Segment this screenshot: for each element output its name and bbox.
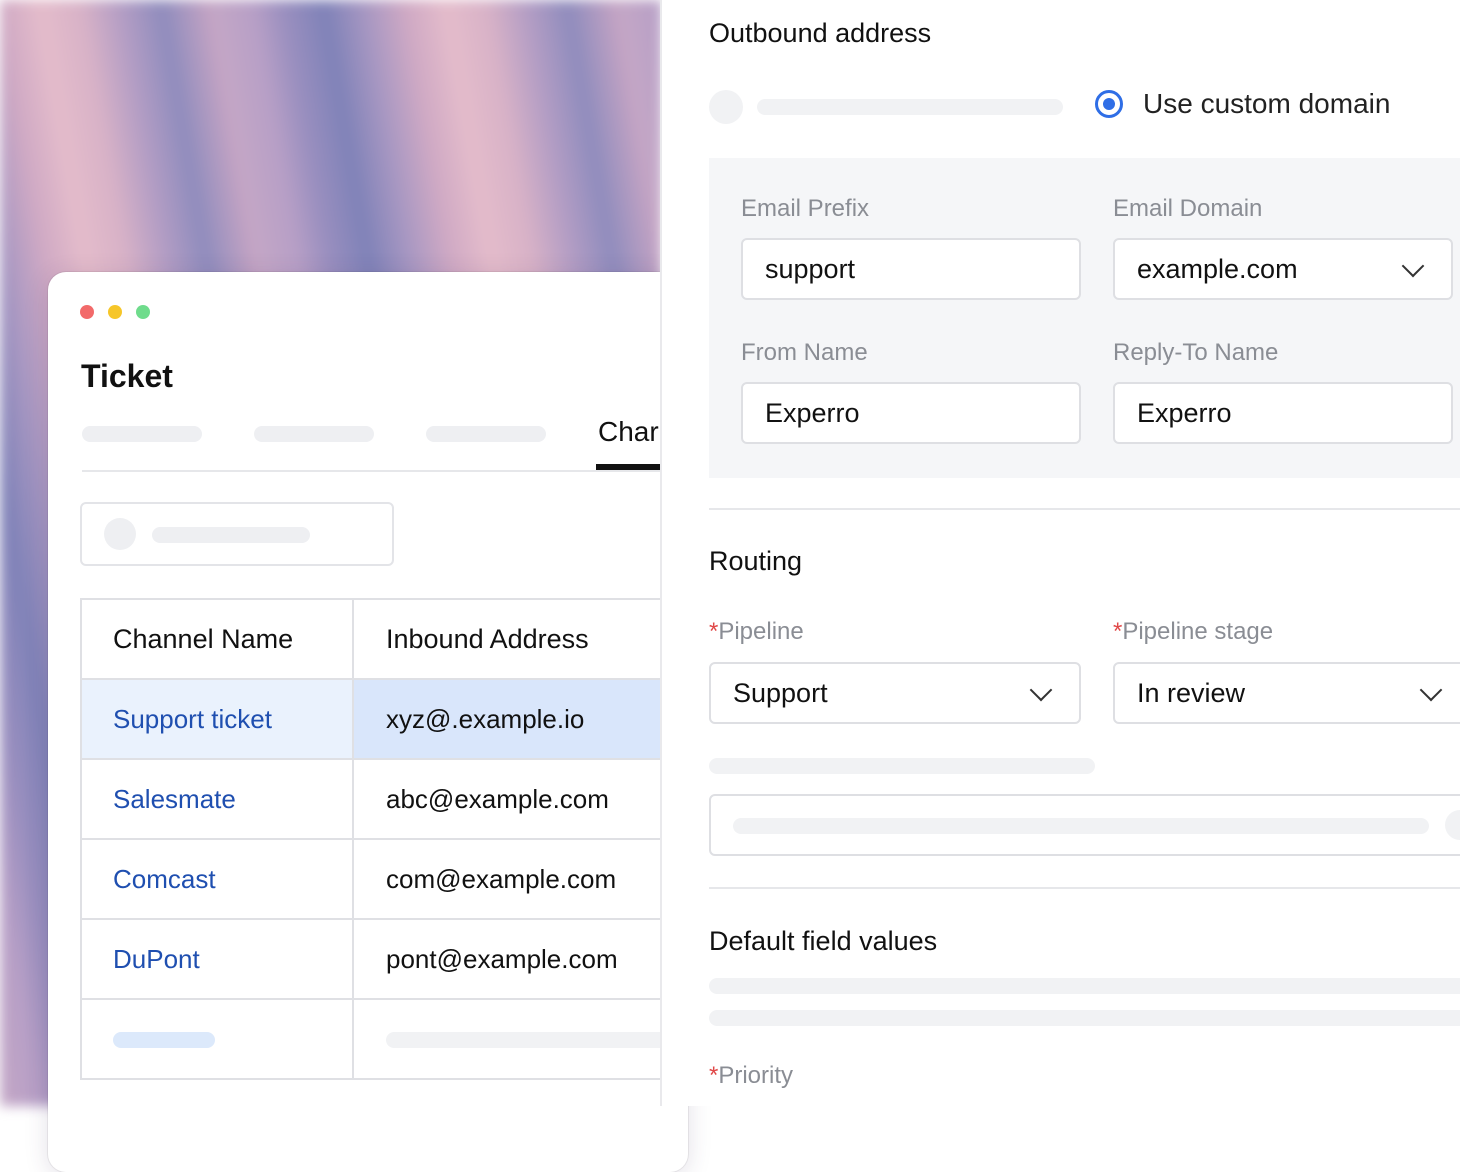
- channel-name-link[interactable]: Support ticket: [82, 680, 354, 758]
- priority-label-text: Priority: [718, 1062, 794, 1089]
- pipeline-label: *Pipeline: [709, 618, 804, 646]
- priority-label: *Priority: [709, 1062, 793, 1090]
- custom-domain-radio[interactable]: [1095, 90, 1123, 118]
- tab-placeholder-2[interactable]: [254, 426, 374, 442]
- pipeline-label-text: Pipeline: [718, 618, 804, 645]
- email-domain-value: example.com: [1137, 253, 1298, 284]
- tab-channels[interactable]: Char: [598, 416, 659, 448]
- placeholder-input[interactable]: [709, 794, 1460, 856]
- email-domain-label: Email Domain: [1113, 195, 1263, 222]
- minimize-dot[interactable]: [108, 305, 122, 319]
- pipeline-stage-label-text: Pipeline stage: [1122, 618, 1274, 645]
- routing-heading: Routing: [709, 546, 803, 576]
- inbound-address: xyz@.example.io: [354, 680, 688, 758]
- input-icon-placeholder: [1445, 810, 1460, 840]
- from-name-input[interactable]: Experro: [741, 382, 1081, 444]
- outbound-radio-group: Use custom domain: [709, 88, 1460, 128]
- text-placeholder-line: [709, 978, 1460, 994]
- pipeline-value: Support: [733, 677, 828, 708]
- email-domain-select[interactable]: example.com: [1113, 238, 1453, 300]
- tab-bar: Char: [82, 412, 688, 472]
- text-placeholder-line: [709, 1010, 1460, 1026]
- table-row[interactable]: Comcast com@example.com: [82, 840, 688, 920]
- input-text-placeholder: [733, 818, 1429, 834]
- placeholder-pill: [113, 1032, 215, 1048]
- outbound-address-heading: Outbound address: [709, 18, 932, 48]
- maximize-dot[interactable]: [136, 305, 150, 319]
- email-prefix-input[interactable]: support: [741, 238, 1081, 300]
- filter-placeholder[interactable]: [80, 502, 394, 566]
- ticket-window: Ticket Char Channel Name Inbound Address…: [48, 272, 688, 1172]
- custom-domain-label[interactable]: Use custom domain: [1143, 88, 1390, 120]
- table-row[interactable]: DuPont pont@example.com: [82, 920, 688, 1000]
- placeholder-cell: [82, 1000, 354, 1078]
- channel-name-link[interactable]: DuPont: [82, 920, 354, 998]
- required-marker: *: [709, 618, 719, 645]
- inbound-address: pont@example.com: [386, 943, 618, 974]
- channel-name-link[interactable]: Comcast: [82, 840, 354, 918]
- radio-placeholder[interactable]: [709, 90, 743, 124]
- channel-settings-panel: Outbound address Use custom domain Email…: [660, 0, 1460, 1106]
- reply-to-name-label: Reply-To Name: [1113, 339, 1279, 366]
- column-header-channel-name[interactable]: Channel Name: [82, 600, 354, 678]
- from-name-label: From Name: [741, 339, 868, 366]
- channel-name-link[interactable]: Salesmate: [82, 760, 354, 838]
- custom-domain-fields: Email Prefix support Email Domain exampl…: [709, 158, 1460, 478]
- required-marker: *: [709, 1062, 719, 1089]
- page-title: Ticket: [81, 358, 173, 394]
- reply-to-name-input[interactable]: Experro: [1113, 382, 1453, 444]
- table-row[interactable]: Salesmate abc@example.com: [82, 760, 688, 840]
- pipeline-stage-value: In review: [1137, 677, 1246, 708]
- table-header-row: Channel Name Inbound Address: [82, 600, 688, 680]
- email-prefix-label: Email Prefix: [741, 195, 870, 222]
- pipeline-stage-label: *Pipeline stage: [1113, 618, 1273, 646]
- inbound-address: com@example.com: [386, 863, 617, 894]
- pipeline-stage-select[interactable]: In review: [1113, 662, 1460, 724]
- inbound-address: abc@example.com: [386, 783, 609, 814]
- table-row[interactable]: Support ticket xyz@.example.io: [82, 680, 688, 760]
- channels-table: Channel Name Inbound Address Support tic…: [80, 598, 688, 1080]
- required-marker: *: [1113, 618, 1123, 645]
- section-divider: [709, 887, 1460, 889]
- tab-placeholder-3[interactable]: [426, 426, 546, 442]
- field-label-placeholder: [709, 758, 1095, 774]
- chevron-down-icon: [1401, 254, 1425, 278]
- placeholder-cell: [354, 1000, 688, 1078]
- filter-text-placeholder: [152, 527, 310, 543]
- radio-label-placeholder: [757, 99, 1063, 115]
- pipeline-select[interactable]: Support: [709, 662, 1081, 724]
- section-divider: [709, 508, 1460, 510]
- close-dot[interactable]: [80, 305, 94, 319]
- chevron-down-icon: [1029, 678, 1053, 702]
- filter-icon-placeholder: [104, 518, 136, 550]
- column-header-inbound-address[interactable]: Inbound Address: [354, 600, 688, 678]
- placeholder-pill: [386, 1032, 686, 1048]
- tab-placeholder-1[interactable]: [82, 426, 202, 442]
- chevron-down-icon: [1419, 678, 1443, 702]
- table-row-placeholder: [82, 1000, 688, 1080]
- window-controls: [80, 305, 150, 319]
- default-field-values-heading: Default field values: [709, 926, 938, 956]
